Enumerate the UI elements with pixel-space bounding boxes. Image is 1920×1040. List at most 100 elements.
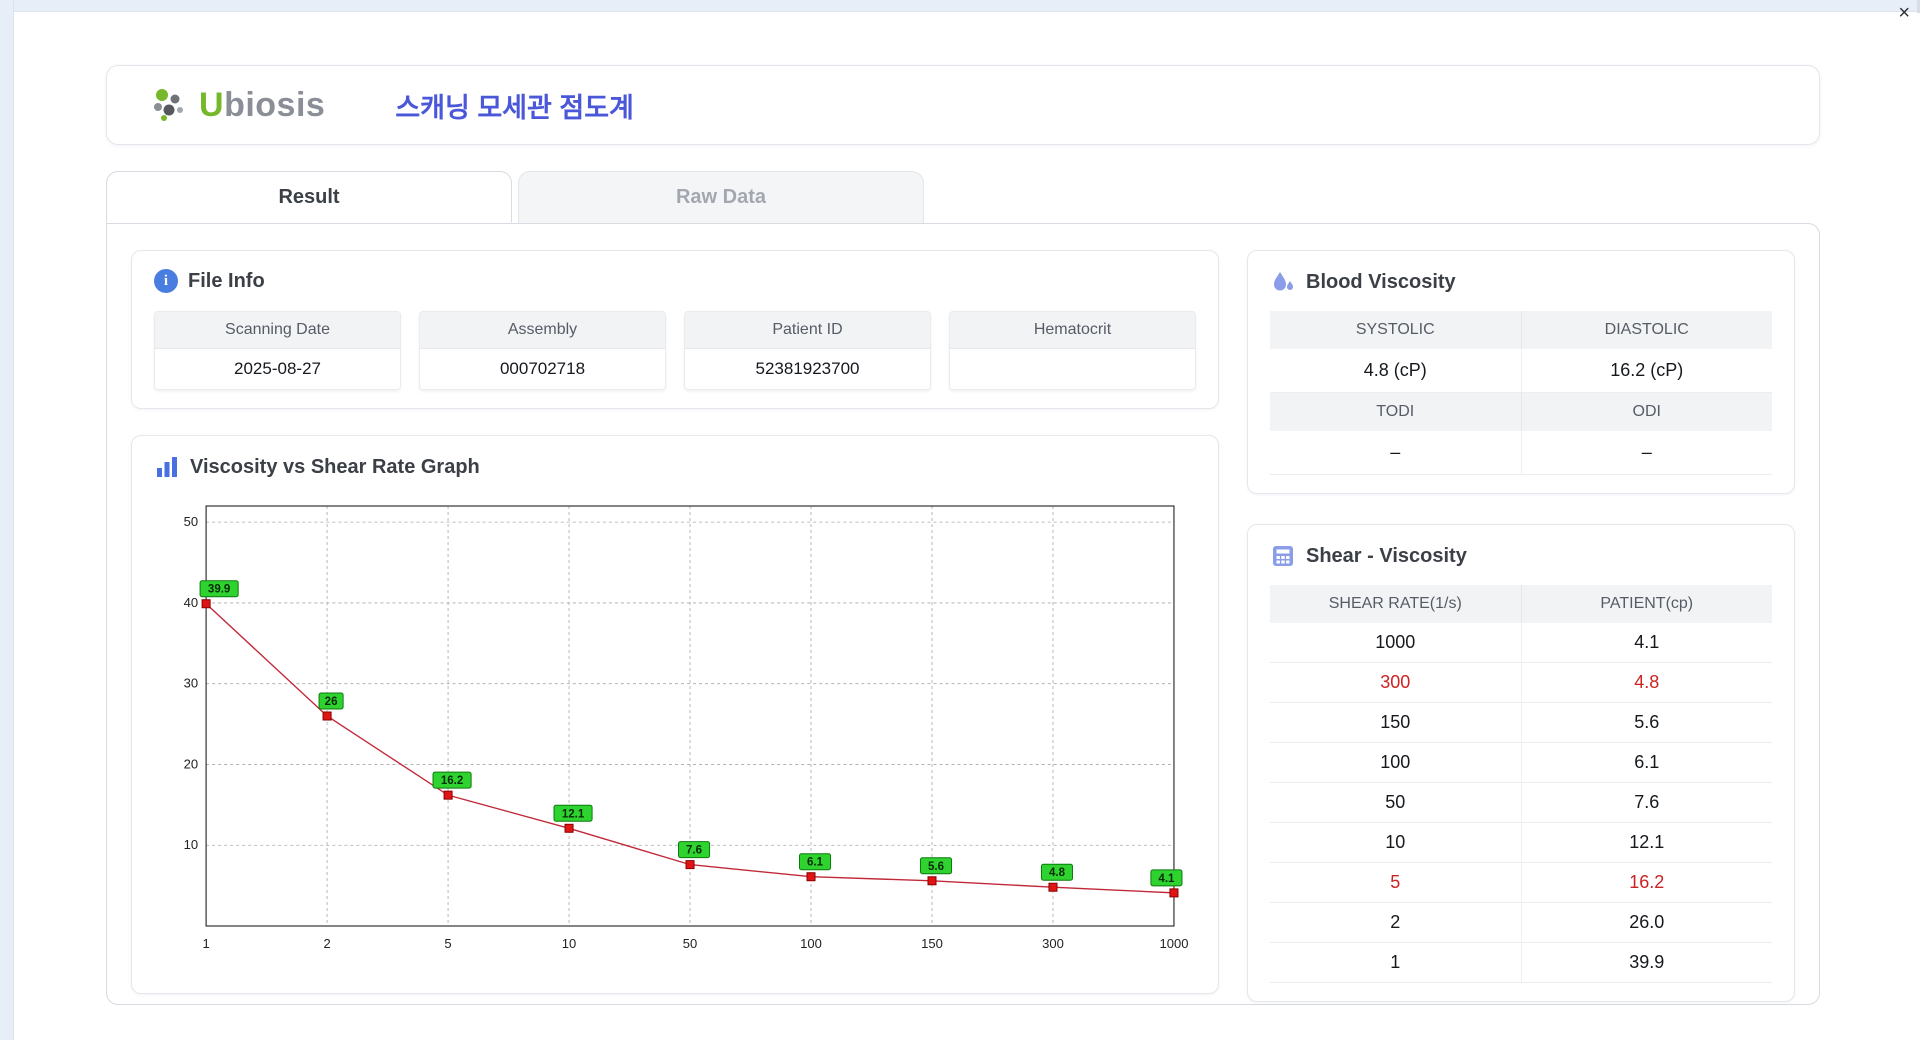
graph-title: Viscosity vs Shear Rate Graph — [190, 455, 480, 478]
field-value: 2025-08-27 — [234, 359, 321, 378]
shear-rate-cell: 1 — [1270, 943, 1522, 982]
file-info-card: i File Info Scanning Date 2025-08-27 Ass… — [131, 250, 1219, 409]
blood-viscosity-title-row: Blood Viscosity — [1270, 269, 1772, 295]
field-scanning-date: Scanning Date 2025-08-27 — [154, 311, 401, 390]
table-row: 300 4.8 — [1270, 663, 1772, 703]
field-label: Scanning Date — [155, 312, 400, 349]
svg-text:10: 10 — [562, 936, 576, 951]
window-top-strip — [0, 0, 1920, 12]
shear-rate-cell: 100 — [1270, 743, 1522, 782]
svg-text:4.1: 4.1 — [1158, 873, 1175, 885]
svg-text:5: 5 — [444, 936, 451, 951]
shear-rate-cell: 1000 — [1270, 623, 1522, 662]
svg-text:1000: 1000 — [1159, 936, 1188, 951]
brand-text: Ubiosis — [199, 86, 325, 125]
bv-value-row: 4.8 (cP) 16.2 (cP) — [1270, 349, 1772, 393]
svg-text:100: 100 — [800, 936, 822, 951]
header-card: Ubiosis 스캐닝 모세관 점도계 — [106, 65, 1820, 145]
bv-value-diastolic: 16.2 (cP) — [1610, 360, 1684, 380]
svg-text:10: 10 — [184, 837, 198, 852]
field-label: Assembly — [420, 312, 665, 349]
right-column: Blood Viscosity SYSTOLIC DIASTOLIC 4.8 (… — [1247, 250, 1795, 1002]
patient-viscosity-cell: 26.0 — [1629, 912, 1665, 932]
svg-text:1: 1 — [202, 936, 209, 951]
svg-text:2: 2 — [323, 936, 330, 951]
field-assembly: Assembly 000702718 — [419, 311, 666, 390]
shear-rate-cell: 50 — [1270, 783, 1522, 822]
bv-value-odi: – — [1641, 442, 1652, 462]
svg-text:30: 30 — [184, 676, 198, 691]
shear-viscosity-card: Shear - Viscosity SHEAR RATE(1/s) PATIEN… — [1247, 524, 1795, 1002]
info-icon: i — [154, 269, 178, 293]
svg-text:6.1: 6.1 — [807, 857, 824, 869]
close-icon[interactable]: × — [1898, 2, 1910, 24]
brand-rest: biosis — [224, 85, 326, 124]
bv-header-row: SYSTOLIC DIASTOLIC — [1270, 311, 1772, 349]
svg-text:7.6: 7.6 — [686, 845, 702, 857]
field-value — [950, 349, 1195, 389]
table-row: 1000 4.1 — [1270, 623, 1772, 663]
bv-value-todi: – — [1270, 431, 1522, 474]
tab-result[interactable]: Result — [106, 171, 512, 223]
graph-title-row: Viscosity vs Shear Rate Graph — [154, 454, 1196, 480]
window-left-strip — [0, 0, 14, 1040]
table-row: 5 16.2 — [1270, 863, 1772, 903]
file-info-title: File Info — [188, 269, 265, 292]
sv-header-patient: PATIENT(cp) — [1600, 595, 1694, 612]
svg-text:5.6: 5.6 — [928, 861, 944, 873]
blood-viscosity-card: Blood Viscosity SYSTOLIC DIASTOLIC 4.8 (… — [1247, 250, 1795, 494]
patient-viscosity-cell: 4.1 — [1634, 632, 1660, 652]
tab-raw-data[interactable]: Raw Data — [518, 171, 924, 223]
table-row: 100 6.1 — [1270, 743, 1772, 783]
result-panel: i File Info Scanning Date 2025-08-27 Ass… — [106, 223, 1820, 1005]
field-patient-id: Patient ID 52381923700 — [684, 311, 931, 390]
patient-viscosity-cell: 6.1 — [1634, 752, 1660, 772]
patient-viscosity-cell: 16.2 — [1629, 872, 1665, 892]
svg-text:50: 50 — [683, 936, 697, 951]
bv-value-systolic: 4.8 (cP) — [1270, 349, 1522, 392]
shear-rate-cell: 5 — [1270, 863, 1522, 902]
field-hematocrit: Hematocrit — [949, 311, 1196, 390]
bv-header-systolic: SYSTOLIC — [1270, 311, 1522, 349]
patient-viscosity-cell: 4.8 — [1634, 672, 1660, 692]
tab-bar: Result Raw Data — [106, 171, 1820, 223]
svg-text:20: 20 — [184, 756, 198, 771]
sv-header-shear-rate: SHEAR RATE(1/s) — [1270, 585, 1522, 623]
viscosity-graph-card: Viscosity vs Shear Rate Graph 10 20 30 40 50… — [131, 435, 1219, 994]
shear-rate-cell: 10 — [1270, 823, 1522, 862]
sv-header-row: SHEAR RATE(1/s) PATIENT(cp) — [1270, 585, 1772, 623]
page-title: 스캐닝 모세관 점도계 — [395, 92, 634, 123]
file-info-fields: Scanning Date 2025-08-27 Assembly 000702… — [154, 311, 1196, 390]
blood-viscosity-table: SYSTOLIC DIASTOLIC 4.8 (cP) 16.2 (cP) TO… — [1270, 311, 1772, 475]
svg-text:12.1: 12.1 — [562, 808, 585, 820]
svg-text:39.9: 39.9 — [208, 584, 230, 596]
bv-value-row: – – — [1270, 431, 1772, 475]
field-label: Patient ID — [685, 312, 930, 349]
bar-chart-icon — [157, 457, 177, 477]
shear-viscosity-title: Shear - Viscosity — [1306, 544, 1467, 567]
svg-text:26: 26 — [325, 696, 338, 708]
bv-header-row: TODI ODI — [1270, 393, 1772, 431]
bv-header-odi: ODI — [1632, 403, 1661, 420]
svg-text:50: 50 — [184, 514, 198, 529]
file-info-title-row: i File Info — [154, 269, 1196, 293]
bv-header-todi: TODI — [1270, 393, 1522, 431]
svg-text:16.2: 16.2 — [441, 775, 463, 787]
shear-viscosity-title-row: Shear - Viscosity — [1270, 543, 1772, 569]
table-row: 1 39.9 — [1270, 943, 1772, 983]
table-grid-icon — [1273, 546, 1293, 566]
main-window: Ubiosis 스캐닝 모세관 점도계 Result Raw Data i Fi… — [14, 13, 1920, 1040]
patient-viscosity-cell: 12.1 — [1629, 832, 1665, 852]
svg-text:300: 300 — [1042, 936, 1064, 951]
shear-viscosity-table-body: 1000 4.1 300 4.8 150 5.6 100 6.1 50 7.6 10 12.1 5 16.… — [1270, 623, 1772, 983]
svg-text:4.8: 4.8 — [1049, 867, 1066, 879]
ubiosis-logo: Ubiosis — [149, 85, 325, 125]
bv-header-diastolic: DIASTOLIC — [1604, 321, 1689, 338]
shear-rate-cell: 2 — [1270, 903, 1522, 942]
blood-viscosity-title: Blood Viscosity — [1306, 270, 1456, 293]
patient-viscosity-cell: 39.9 — [1629, 952, 1665, 972]
left-column: i File Info Scanning Date 2025-08-27 Ass… — [131, 250, 1219, 994]
table-row: 50 7.6 — [1270, 783, 1772, 823]
patient-viscosity-cell: 5.6 — [1634, 712, 1660, 732]
viscosity-chart: 10 20 30 40 50 1 2 5 10 50 100 150 300 1000 39.9 26 16.2… — [184, 505, 1188, 951]
